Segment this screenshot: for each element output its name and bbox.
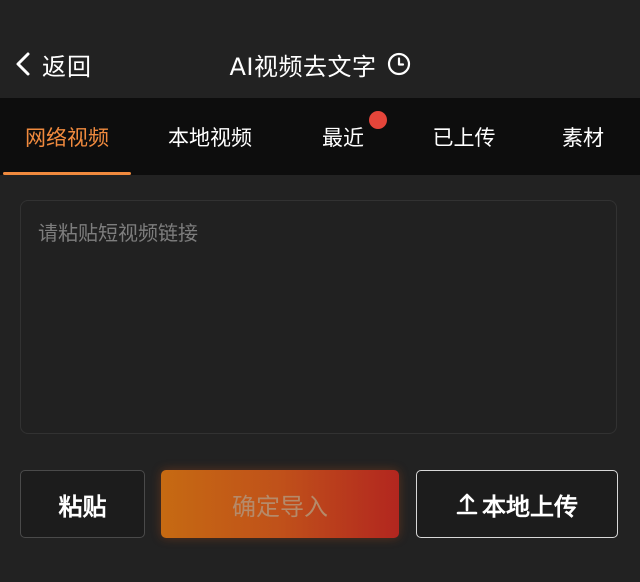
paste-label: 粘贴: [58, 492, 107, 521]
tab-label: 已上传: [432, 125, 496, 150]
tab-label: 最近: [322, 125, 364, 150]
chevron-left-icon: [14, 51, 32, 77]
tab-recent[interactable]: 最近: [298, 98, 388, 175]
back-label: 返回: [42, 52, 92, 81]
header: 返回 AI视频去文字: [0, 0, 640, 98]
tab-bar: 网络视频 本地视频 最近 已上传 素材: [0, 98, 640, 175]
confirm-import-button[interactable]: 确定导入: [161, 470, 399, 538]
confirm-import-label: 确定导入: [232, 492, 328, 521]
active-tab-indicator: [3, 172, 131, 175]
upload-icon: [456, 492, 478, 516]
local-upload-label: 本地上传: [482, 492, 578, 521]
title-area: AI视频去文字: [0, 44, 640, 84]
paste-button[interactable]: 粘贴: [20, 470, 145, 538]
tab-label: 本地视频: [168, 125, 252, 150]
local-upload-button[interactable]: 本地上传: [416, 470, 618, 538]
page-title: AI视频去文字: [229, 52, 377, 81]
tab-local-video[interactable]: 本地视频: [146, 98, 274, 175]
link-input[interactable]: [20, 200, 617, 434]
tab-network-video[interactable]: 网络视频: [3, 98, 131, 175]
back-button[interactable]: 返回: [14, 44, 92, 84]
clock-icon[interactable]: [387, 52, 411, 76]
tab-uploaded[interactable]: 已上传: [412, 98, 516, 175]
app-root: 返回 AI视频去文字 网络视频 本地视频 最近 已上传 素材 请粘贴短视频链接 …: [0, 0, 640, 582]
tab-materials[interactable]: 素材: [540, 98, 626, 175]
tab-label: 网络视频: [25, 125, 109, 150]
notification-dot: [369, 111, 387, 129]
tab-label: 素材: [562, 125, 604, 150]
